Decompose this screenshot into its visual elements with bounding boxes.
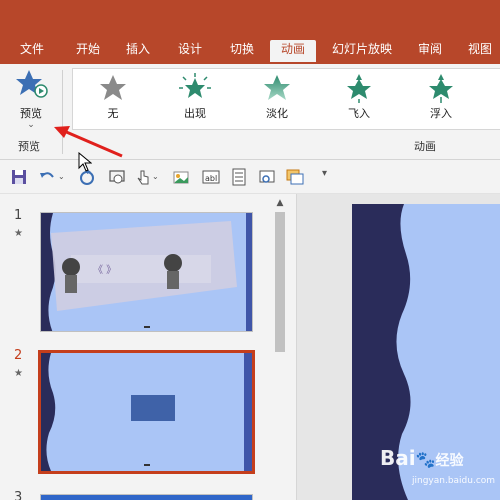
mouse-cursor-icon (78, 152, 92, 172)
star-float-in-icon (429, 74, 453, 103)
effect-appear[interactable]: 出现 (163, 73, 227, 129)
tab-insert[interactable]: 插入 (118, 40, 158, 62)
chevron-down-icon[interactable]: ⌄ (6, 121, 56, 130)
star-fly-in-icon (347, 74, 371, 103)
undo-icon[interactable] (38, 168, 56, 186)
slide-number: 2 (14, 348, 23, 363)
tab-transitions[interactable]: 切换 (222, 40, 262, 62)
powerpoint-window: 文件 开始 插入 设计 切换 动画 幻灯片放映 审阅 视图 预览 ⌄ 无 出现 … (0, 0, 500, 500)
svg-text:abl: abl (205, 174, 217, 183)
text-box-icon[interactable]: abl (202, 168, 220, 186)
effect-label: 淡化 (266, 107, 288, 120)
star-fade-icon (264, 75, 290, 100)
effect-fly-in[interactable]: 飞入 (327, 73, 391, 129)
star-burst-icon (179, 73, 211, 98)
effect-label: 无 (107, 107, 119, 120)
scrollbar-thumb[interactable] (275, 212, 285, 352)
ribbon-tab-bar: 文件 开始 插入 设计 切换 动画 幻灯片放映 审阅 视图 (0, 0, 500, 64)
effect-label: 出现 (184, 107, 206, 120)
tab-review[interactable]: 审阅 (410, 40, 450, 62)
effect-none[interactable]: 无 (81, 73, 145, 129)
preview-group-label: 预览 (18, 140, 40, 153)
effect-label: 飞入 (348, 107, 370, 120)
effect-fade[interactable]: 淡化 (245, 73, 309, 129)
slide-2-artwork (41, 353, 252, 471)
undo-dropdown-icon[interactable]: ⌄ (58, 172, 65, 181)
tab-file[interactable]: 文件 (12, 40, 52, 62)
touch-dropdown-icon[interactable]: ⌄ (152, 172, 159, 181)
preview-button[interactable]: 预览 ⌄ (6, 68, 56, 130)
watermark-text-2: 经验 (435, 453, 464, 469)
slide-thumbnail-selected[interactable] (38, 350, 255, 474)
customize-toolbar-icon[interactable]: ▾ (322, 168, 327, 179)
slide-copy-icon[interactable] (286, 168, 304, 186)
tab-animations[interactable]: 动画 (270, 40, 316, 62)
effect-label: 浮入 (430, 107, 452, 120)
from-beginning-icon[interactable] (108, 168, 126, 186)
form-icon[interactable] (230, 168, 248, 186)
svg-text:《 》: 《 》 (93, 264, 116, 276)
save-icon[interactable] (10, 168, 28, 186)
animation-group-label: 动画 (414, 140, 436, 153)
zoom-window-icon[interactable] (258, 168, 276, 186)
animation-star-icon: ★ (14, 228, 23, 239)
tab-design[interactable]: 设计 (170, 40, 210, 62)
slide-1-artwork: 《 》 (41, 213, 252, 331)
scroll-up-icon[interactable]: ▲ (272, 196, 288, 210)
watermark-url: jingyan.baidu.com (412, 476, 496, 486)
animation-gallery: 无 出现 淡化 飞入 浮入 (72, 68, 500, 130)
tab-view[interactable]: 视图 (460, 40, 500, 62)
animation-star-icon: ★ (14, 368, 23, 379)
touch-mode-icon[interactable] (134, 168, 152, 186)
picture-icon[interactable] (172, 168, 190, 186)
star-gray-icon (100, 75, 126, 100)
slide-number: 1 (14, 208, 23, 223)
tab-home[interactable]: 开始 (68, 40, 108, 62)
quick-access-toolbar: ⌄ ⌄ abl ▾ (0, 160, 500, 194)
slide-thumbnail[interactable]: 《 》 (40, 212, 253, 332)
preview-star-icon (16, 70, 48, 98)
effect-float-in[interactable]: 浮入 (409, 73, 473, 129)
tab-slideshow[interactable]: 幻灯片放映 (326, 40, 398, 62)
slide-number: 3 (14, 490, 23, 500)
slide-thumbnail[interactable] (40, 494, 253, 500)
paw-icon: 🐾 (415, 450, 436, 469)
baidu-watermark: Bai🐾经验 (380, 446, 464, 470)
preview-label: 预览 (20, 107, 42, 120)
watermark-text: Bai (380, 446, 416, 470)
